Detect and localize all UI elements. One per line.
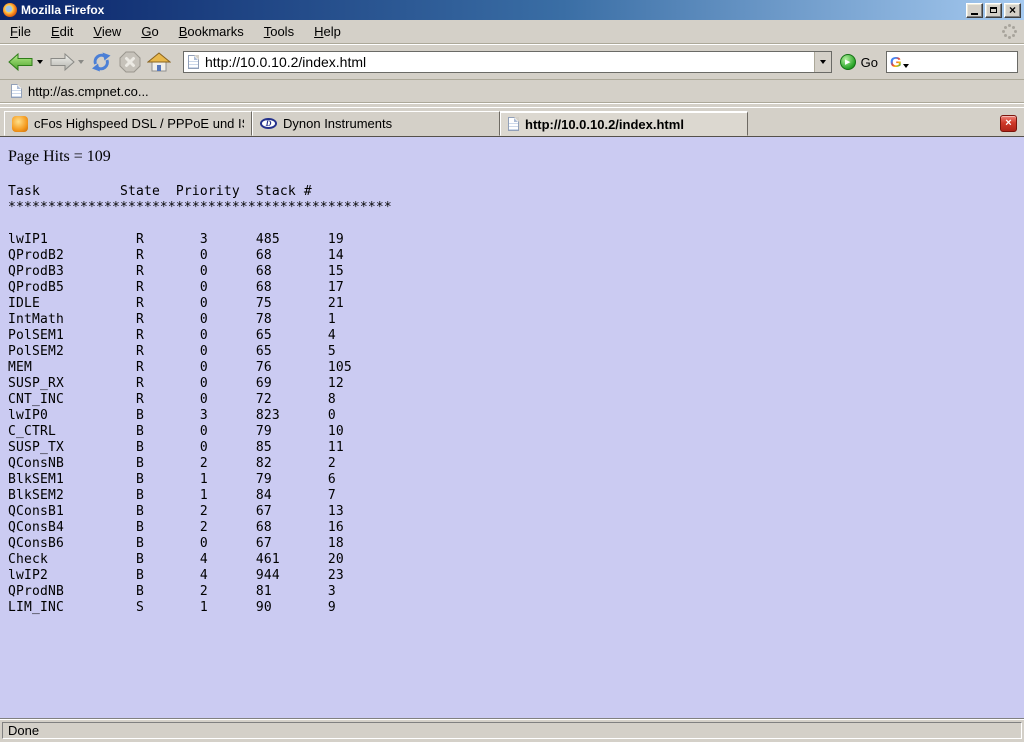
url-input[interactable] <box>205 53 814 71</box>
home-icon <box>147 52 171 72</box>
url-dropdown-button[interactable] <box>814 52 831 72</box>
window-title: Mozilla Firefox <box>21 3 104 17</box>
status-bar: Done <box>0 718 1024 742</box>
bookmarks-toolbar: http://as.cmpnet.co... <box>0 80 1024 103</box>
stop-icon <box>119 51 141 73</box>
search-input[interactable] <box>913 55 1014 70</box>
menu-bookmarks[interactable]: Bookmarks <box>171 21 252 42</box>
menu-view[interactable]: View <box>85 21 129 42</box>
navigation-toolbar: ▶ Go G <box>0 44 1024 80</box>
status-text: Done <box>2 722 1022 739</box>
back-button[interactable] <box>6 50 45 74</box>
activity-throbber-icon <box>1001 23 1018 40</box>
go-button[interactable]: ▶ Go <box>840 54 878 70</box>
forward-dropdown-icon[interactable] <box>78 60 84 64</box>
forward-arrow-icon <box>49 52 75 72</box>
tab-dynon-instruments[interactable]: D Dynon Instruments <box>252 111 500 136</box>
search-bar: G <box>886 51 1018 73</box>
browser-window: Mozilla Firefox × File Edit View Go Book… <box>0 0 1024 742</box>
reload-icon <box>90 51 113 73</box>
page-icon <box>188 55 199 69</box>
tab-label: cFos Highspeed DSL / PPPoE und ISDN CAP.… <box>34 116 244 131</box>
bookmark-label: http://as.cmpnet.co... <box>28 84 149 99</box>
menu-edit[interactable]: Edit <box>43 21 81 42</box>
go-label: Go <box>861 55 878 70</box>
tabstrip-spacer <box>748 111 1000 136</box>
menu-bar: File Edit View Go Bookmarks Tools Help <box>0 20 1024 44</box>
google-search-icon[interactable]: G <box>890 55 902 70</box>
minimize-button[interactable] <box>966 3 983 18</box>
document-icon <box>508 117 519 131</box>
tab-index-html-active[interactable]: http://10.0.10.2/index.html <box>500 111 748 136</box>
stop-button[interactable] <box>117 49 143 75</box>
title-bar: Mozilla Firefox × <box>0 0 1024 20</box>
menu-help[interactable]: Help <box>306 21 349 42</box>
page-content: Page Hits = 109 Task State Priority Stac… <box>0 137 1024 718</box>
go-arrow-glyph: ▶ <box>845 58 850 66</box>
go-icon: ▶ <box>840 54 856 70</box>
cfos-icon <box>12 116 28 132</box>
page-hits-text: Page Hits = 109 <box>8 148 1016 166</box>
minimize-icon <box>971 13 978 15</box>
tab-strip: cFos Highspeed DSL / PPPoE und ISDN CAP.… <box>0 107 1024 137</box>
url-bar <box>183 51 832 73</box>
menu-go[interactable]: Go <box>133 21 166 42</box>
tab-cfos[interactable]: cFos Highspeed DSL / PPPoE und ISDN CAP.… <box>4 111 252 136</box>
close-icon: × <box>1009 4 1016 16</box>
restore-icon <box>990 7 997 13</box>
forward-button[interactable] <box>47 50 86 74</box>
tab-close-button[interactable]: × <box>1000 115 1017 132</box>
search-engine-dropdown-icon[interactable] <box>903 64 909 68</box>
back-dropdown-icon[interactable] <box>37 60 43 64</box>
menu-tools[interactable]: Tools <box>256 21 302 42</box>
firefox-logo-icon <box>3 3 17 17</box>
tab-label: http://10.0.10.2/index.html <box>525 117 684 132</box>
close-button[interactable]: × <box>1004 3 1021 18</box>
restore-button[interactable] <box>985 3 1002 18</box>
dynon-icon: D <box>260 118 277 129</box>
reload-button[interactable] <box>88 49 115 75</box>
bookmark-page-icon <box>11 84 22 98</box>
chevron-down-icon <box>820 60 826 64</box>
back-arrow-icon <box>8 52 34 72</box>
home-button[interactable] <box>145 50 173 74</box>
task-table-pre: Task State Priority Stack # ************… <box>8 184 1016 616</box>
menu-file[interactable]: File <box>2 21 39 42</box>
bookmark-item[interactable]: http://as.cmpnet.co... <box>6 82 154 101</box>
tab-label: Dynon Instruments <box>283 116 392 131</box>
